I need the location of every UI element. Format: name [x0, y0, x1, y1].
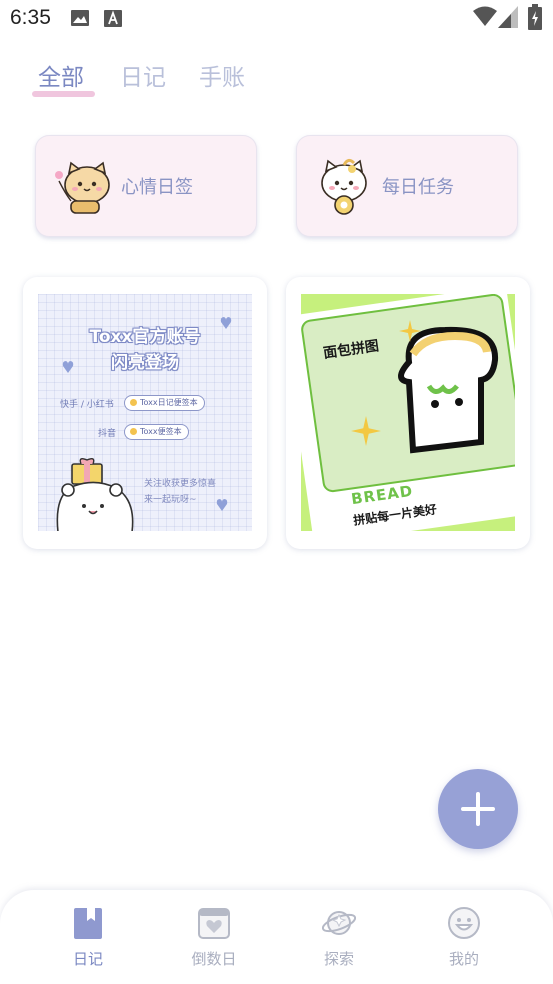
- platform-label: 快手 / 小红书: [60, 400, 114, 410]
- platform-label: 抖音: [98, 429, 117, 439]
- toxx-official-poster: Toxx官方账号 闪亮登场 快手 / 小红书 Toxx日记便签本 抖音 Toxx…: [38, 294, 252, 531]
- sparkle-icon: [399, 320, 421, 342]
- poster-footer-line1: 关注收获更多惊喜: [144, 479, 217, 489]
- nav-label: 我的: [448, 950, 479, 968]
- bottom-nav: 日记 倒数日 探索 我的: [0, 890, 553, 984]
- status-time: 6:35: [10, 6, 51, 29]
- nav-label: 日记: [72, 950, 103, 968]
- tab-indicator: [32, 91, 95, 97]
- status-bar: 6:35: [0, 0, 553, 40]
- bread-puzzle-card[interactable]: 面包拼图 BREAD 拼贴每一片美好: [286, 277, 530, 549]
- book-icon: [74, 908, 102, 939]
- smiley-icon: [448, 907, 480, 939]
- bread-puzzle-poster: 面包拼图 BREAD 拼贴每一片美好: [301, 294, 515, 531]
- cat-mascot-icon: [321, 158, 367, 215]
- quick-card-label: 每日任务: [382, 177, 454, 198]
- nav-item-countdown[interactable]: 倒数日: [169, 902, 259, 972]
- nav-item-profile[interactable]: 我的: [419, 902, 509, 972]
- image-icon: [71, 10, 89, 26]
- wifi-icon: [473, 6, 497, 26]
- quick-card-label: 心情日签: [121, 177, 193, 198]
- a-text-icon: [104, 10, 122, 27]
- bread-toast-icon: [398, 326, 499, 454]
- poster-title: Toxx官方账号: [89, 327, 201, 347]
- tab-all[interactable]: 全部: [38, 58, 84, 92]
- bear-mascot-icon: [56, 457, 134, 531]
- nav-item-explore[interactable]: 探索: [294, 902, 384, 972]
- daily-task-card[interactable]: 每日任务: [296, 135, 518, 237]
- nav-label: 探索: [323, 950, 354, 968]
- search-icon: [130, 428, 137, 435]
- cat-mascot-icon: [55, 161, 110, 214]
- add-entry-button[interactable]: [438, 769, 518, 849]
- poster-subtitle: 闪亮登场: [111, 353, 179, 373]
- tab-diary[interactable]: 日记: [120, 58, 166, 92]
- nav-label: 倒数日: [191, 950, 237, 968]
- account-pill: Toxx便签本: [124, 424, 189, 440]
- poster-footer-line2: 来一起玩呀~: [144, 495, 197, 505]
- sparkle-icon: [351, 416, 381, 446]
- account-pill: Toxx日记便签本: [124, 395, 205, 411]
- heart-icon: [216, 499, 228, 511]
- account-name: Toxx日记便签本: [140, 398, 198, 407]
- calendar-heart-icon: [198, 908, 230, 939]
- tab-handbook[interactable]: 手账: [199, 58, 245, 92]
- nav-item-diary[interactable]: 日记: [43, 902, 133, 972]
- plus-icon: [461, 792, 495, 826]
- account-name: Toxx便签本: [140, 427, 182, 436]
- search-icon: [130, 399, 137, 406]
- battery-icon: [528, 4, 542, 30]
- signal-icon: [498, 6, 518, 28]
- planet-icon: [322, 911, 356, 935]
- toxx-official-card[interactable]: Toxx官方账号 闪亮登场 快手 / 小红书 Toxx日记便签本 抖音 Toxx…: [23, 277, 267, 549]
- mood-sign-card[interactable]: 心情日签: [35, 135, 257, 237]
